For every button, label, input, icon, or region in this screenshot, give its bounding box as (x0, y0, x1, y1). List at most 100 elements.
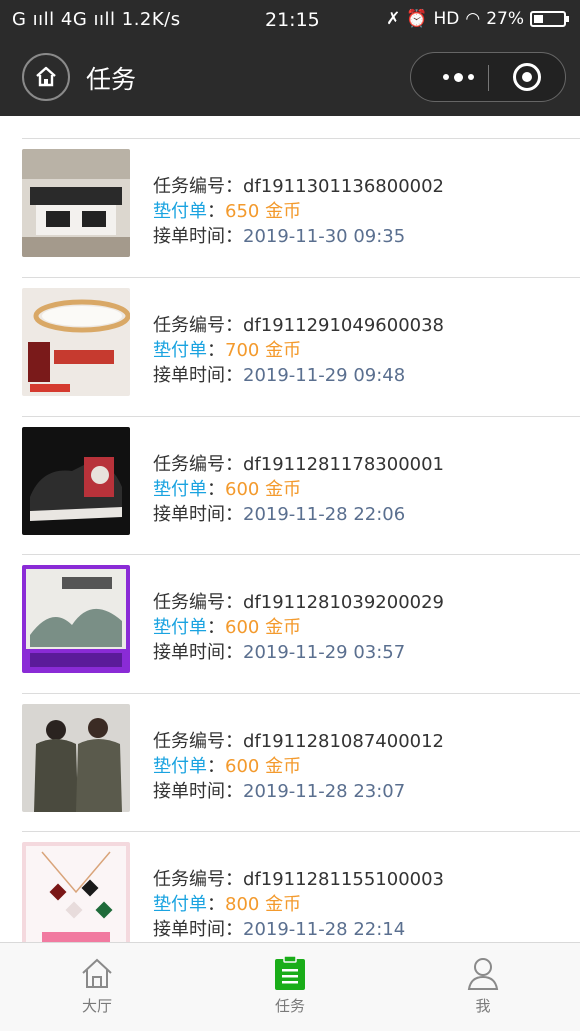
colon: ： (207, 479, 225, 500)
accept-time: 2019-11-30 09:35 (243, 226, 406, 247)
accept-time-label: 接单时间： (153, 919, 243, 940)
accept-time: 2019-11-29 09:48 (243, 365, 406, 386)
list-item[interactable]: 任务编号：df1911281155100003 垫付单：800 金币 接单时间：… (0, 831, 580, 942)
nav-bar: 任务 (0, 40, 580, 116)
mute-icon: ✗ (386, 9, 401, 29)
accept-time-label: 接单时间： (153, 781, 243, 802)
task-number-label: 任务编号： (153, 592, 243, 613)
colon: ： (207, 756, 225, 777)
product-thumbnail (22, 704, 130, 812)
task-info: 任务编号：df1911281039200029 垫付单：600 金币 接单时间：… (153, 590, 444, 665)
wifi-icon: ◠ (465, 9, 481, 29)
divider (22, 831, 580, 832)
alarm-icon: ⏰ (406, 9, 428, 29)
accept-time-label: 接单时间： (153, 365, 243, 386)
accept-time-label: 接单时间： (153, 226, 243, 247)
accept-time: 2019-11-28 22:06 (243, 504, 406, 525)
page-title: 任务 (86, 65, 137, 94)
more-dot (442, 74, 449, 80)
divider (22, 138, 580, 139)
list-item[interactable]: 任务编号：df1911281039200029 垫付单：600 金币 接单时间：… (0, 554, 580, 692)
product-thumbnail (22, 288, 130, 396)
status-bar: G ııll 4G ııll 1.2K/s 21:15 ✗ ⏰ HD ◠ 27% (0, 0, 580, 40)
product-thumbnail (22, 149, 130, 257)
status-right: ✗ ⏰ HD ◠ 27% (386, 9, 569, 29)
colon: ： (207, 894, 225, 915)
task-number-label: 任务编号： (153, 731, 243, 752)
coin-amount: 700 金币 (225, 340, 302, 361)
coin-amount: 650 金币 (225, 201, 302, 222)
clock: 21:15 (265, 9, 320, 31)
list-item[interactable]: 任务编号：df1911281178300001 垫付单：600 金币 接单时间：… (0, 416, 580, 554)
home-icon (82, 958, 112, 988)
divider (22, 416, 580, 417)
battery-icon (530, 11, 569, 27)
battery-percent: 27% (486, 9, 524, 29)
miniapp-capsule (410, 52, 566, 102)
coin-amount: 600 金币 (225, 756, 302, 777)
accept-time: 2019-11-28 23:07 (243, 781, 406, 802)
task-number: df1911281087400012 (243, 731, 444, 752)
order-type-label: 垫付单 (153, 479, 207, 500)
task-info: 任务编号：df1911291049600038 垫付单：700 金币 接单时间：… (153, 313, 444, 388)
task-info: 任务编号：df1911281178300001 垫付单：600 金币 接单时间：… (153, 452, 444, 527)
user-icon (467, 958, 499, 990)
more-dot (453, 72, 463, 82)
task-number-label: 任务编号： (153, 869, 243, 890)
more-dot (467, 74, 474, 80)
order-type-label: 垫付单 (153, 201, 207, 222)
more-button[interactable] (433, 53, 483, 101)
tab-label: 大厅 (81, 997, 112, 1015)
task-info: 任务编号：df1911281155100003 垫付单：800 金币 接单时间：… (153, 867, 444, 942)
order-type-label: 垫付单 (153, 894, 207, 915)
close-miniapp-button[interactable] (513, 63, 541, 91)
top-bar: G ııll 4G ııll 1.2K/s 21:15 ✗ ⏰ HD ◠ 27%… (0, 0, 580, 116)
list-item-partial (0, 116, 580, 138)
accept-time-label: 接单时间： (153, 642, 243, 663)
coin-amount: 800 金币 (225, 894, 302, 915)
task-number-label: 任务编号： (153, 176, 243, 197)
tab-hall[interactable]: 大厅 (0, 943, 194, 1031)
colon: ： (207, 617, 225, 638)
home-button[interactable] (22, 53, 70, 101)
task-number: df1911281178300001 (243, 454, 444, 475)
accept-time: 2019-11-29 03:57 (243, 642, 406, 663)
list-item[interactable]: 任务编号：df1911301136800002 垫付单：650 金币 接单时间：… (0, 138, 580, 276)
accept-time-label: 接单时间： (153, 504, 243, 525)
product-thumbnail (22, 427, 130, 535)
colon: ： (207, 201, 225, 222)
task-info: 任务编号：df1911301136800002 垫付单：650 金币 接单时间：… (153, 174, 444, 249)
task-number: df1911281155100003 (243, 869, 444, 890)
list-item[interactable]: 任务编号：df1911291049600038 垫付单：700 金币 接单时间：… (0, 277, 580, 415)
tab-bar: 大厅 任务 我 (0, 942, 580, 1031)
order-type-label: 垫付单 (153, 340, 207, 361)
clipboard-icon (275, 955, 305, 990)
product-thumbnail (22, 565, 130, 673)
list-item[interactable]: 任务编号：df1911281087400012 垫付单：600 金币 接单时间：… (0, 693, 580, 831)
task-info: 任务编号：df1911281087400012 垫付单：600 金币 接单时间：… (153, 729, 444, 804)
tab-label: 我 (475, 997, 491, 1015)
task-number-label: 任务编号： (153, 454, 243, 475)
product-thumbnail (22, 842, 130, 942)
coin-amount: 600 金币 (225, 479, 302, 500)
tab-me[interactable]: 我 (386, 943, 580, 1031)
divider (22, 554, 580, 555)
tab-label: 任务 (274, 997, 305, 1015)
hd-indicator: HD (433, 9, 460, 29)
capsule-divider (488, 65, 489, 91)
task-number: df1911301136800002 (243, 176, 444, 197)
network-status: G ııll 4G ııll 1.2K/s (12, 9, 181, 30)
task-number-label: 任务编号： (153, 315, 243, 336)
order-type-label: 垫付单 (153, 756, 207, 777)
task-number: df1911291049600038 (243, 315, 444, 336)
task-number: df1911281039200029 (243, 592, 444, 613)
coin-amount: 600 金币 (225, 617, 302, 638)
home-icon (36, 66, 56, 87)
order-type-label: 垫付单 (153, 617, 207, 638)
task-list: 任务编号：df1911301136800002 垫付单：650 金币 接单时间：… (0, 116, 580, 942)
divider (22, 693, 580, 694)
accept-time: 2019-11-28 22:14 (243, 919, 406, 940)
divider (22, 277, 580, 278)
colon: ： (207, 340, 225, 361)
tab-tasks[interactable]: 任务 (193, 943, 387, 1031)
